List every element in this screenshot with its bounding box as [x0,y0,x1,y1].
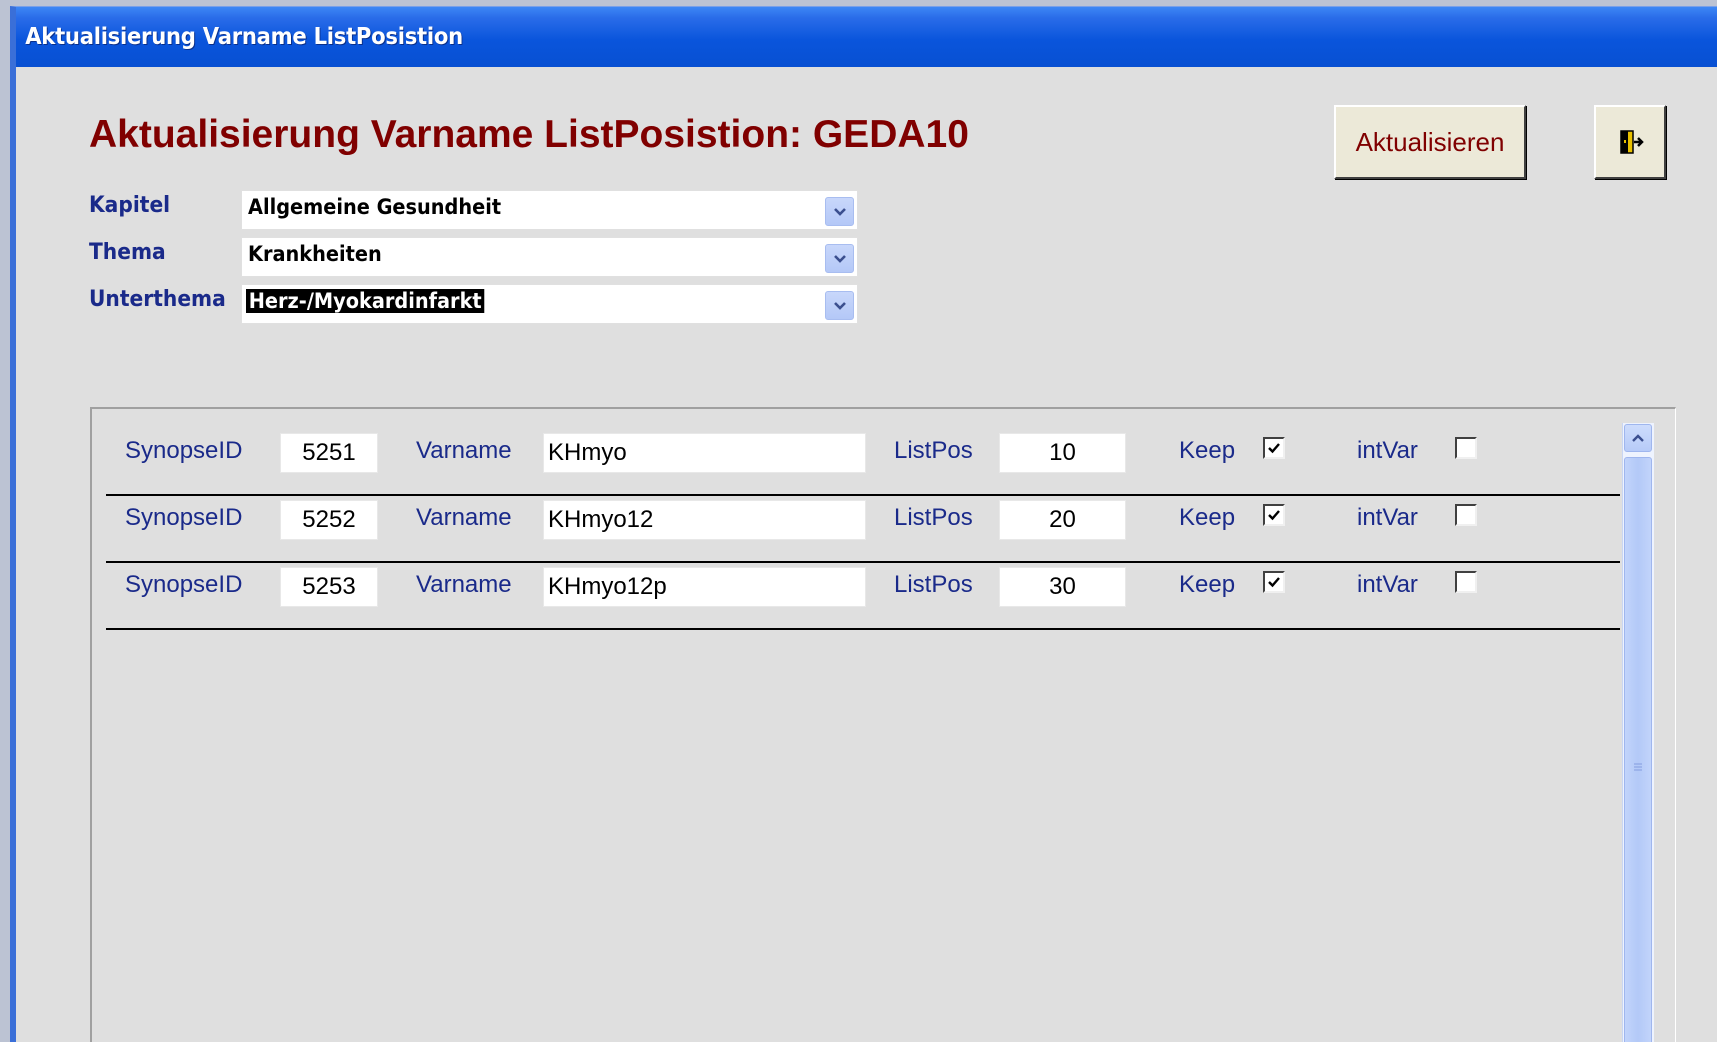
intvar-checkbox[interactable] [1455,504,1477,526]
intvar-label: intVar [1357,571,1418,598]
records-list: SynopseID 5251 Varname KHmyo ListPos 10 … [106,429,1620,630]
keep-checkbox[interactable] [1263,437,1285,459]
checkmark-icon [1268,577,1280,588]
varname-label: Varname [416,571,512,598]
thema-label: Thema [89,240,166,265]
chevron-up-icon [1632,434,1644,442]
listpos-label: ListPos [894,504,973,531]
checkmark-icon [1268,510,1280,521]
listpos-field[interactable]: 10 [999,433,1126,473]
exit-door-icon [1620,130,1644,154]
grip-icon [1634,763,1642,771]
kapitel-label: Kapitel [89,193,171,218]
intvar-checkbox[interactable] [1455,437,1477,459]
table-row: SynopseID 5253 Varname KHmyo12p ListPos … [106,563,1620,630]
records-subform: SynopseID 5251 Varname KHmyo ListPos 10 … [90,407,1676,1042]
scroll-up-button[interactable] [1624,424,1652,452]
vertical-scrollbar[interactable] [1622,423,1654,1042]
listpos-label: ListPos [894,571,973,598]
varname-field[interactable]: KHmyo [543,433,866,473]
varname-field[interactable]: KHmyo12p [543,567,866,607]
varname-label: Varname [416,504,512,531]
keep-label: Keep [1179,504,1236,531]
intvar-label: intVar [1357,504,1418,531]
keep-label: Keep [1179,571,1236,598]
window-title: Aktualisierung Varname ListPosistion [25,24,463,50]
kapitel-dropdown-button[interactable] [825,197,854,226]
intvar-label: intVar [1357,437,1418,464]
synopse-id-label: SynopseID [125,437,243,464]
unterthema-value: Herz-/Myokardinfarkt [246,289,485,313]
intvar-checkbox[interactable] [1455,571,1477,593]
varname-field[interactable]: KHmyo12 [543,500,866,540]
chevron-down-icon [833,254,846,263]
scroll-thumb[interactable] [1624,457,1652,1042]
chevron-down-icon [833,301,846,310]
synopse-id-field[interactable]: 5251 [280,433,378,473]
keep-checkbox[interactable] [1263,571,1285,593]
listpos-label: ListPos [894,437,973,464]
thema-dropdown-button[interactable] [825,244,854,273]
thema-value: Krankheiten [248,242,382,266]
unterthema-combo[interactable]: Herz-/Myokardinfarkt [241,284,858,324]
app-window: Aktualisierung Varname ListPosistion Akt… [10,6,1717,1042]
thema-combo[interactable]: Krankheiten [241,237,858,277]
synopse-id-label: SynopseID [125,504,243,531]
update-button[interactable]: Aktualisieren [1334,105,1526,179]
page-title: Aktualisierung Varname ListPosistion: GE… [89,113,969,156]
table-row: SynopseID 5252 Varname KHmyo12 ListPos 2… [106,496,1620,563]
listpos-field[interactable]: 30 [999,567,1126,607]
listpos-field[interactable]: 20 [999,500,1126,540]
title-bar[interactable]: Aktualisierung Varname ListPosistion [16,7,1717,67]
kapitel-value: Allgemeine Gesundheit [248,195,502,219]
varname-label: Varname [416,437,512,464]
chevron-down-icon [833,207,846,216]
keep-label: Keep [1179,437,1236,464]
table-row: SynopseID 5251 Varname KHmyo ListPos 10 … [106,429,1620,496]
kapitel-combo[interactable]: Allgemeine Gesundheit [241,190,858,230]
unterthema-label: Unterthema [89,287,226,312]
unterthema-dropdown-button[interactable] [825,291,854,320]
keep-checkbox[interactable] [1263,504,1285,526]
synopse-id-field[interactable]: 5253 [280,567,378,607]
checkmark-icon [1268,443,1280,454]
synopse-id-label: SynopseID [125,571,243,598]
synopse-id-field[interactable]: 5252 [280,500,378,540]
exit-button[interactable] [1594,105,1666,179]
